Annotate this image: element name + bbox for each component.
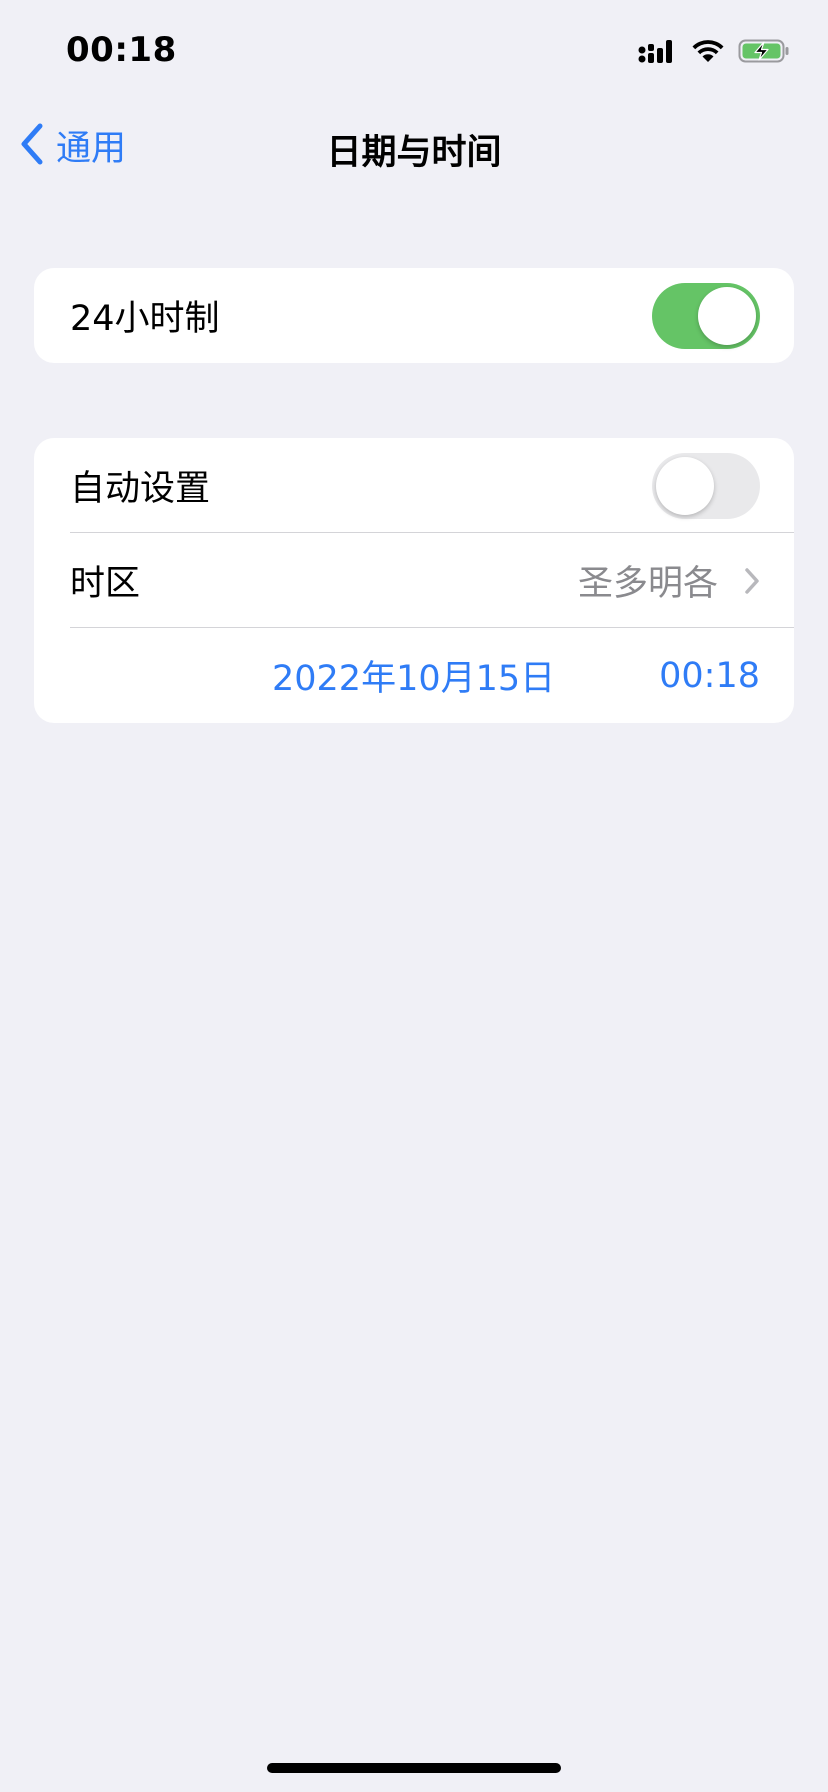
settings-group-time-format: 24小时制: [34, 268, 794, 363]
time-value-button[interactable]: 00:18: [659, 656, 760, 696]
battery-charging-icon: [738, 38, 790, 68]
page-title: 日期与时间: [326, 133, 502, 173]
wifi-icon: [690, 38, 726, 68]
toggle-knob: [698, 286, 756, 345]
settings-row-timezone[interactable]: 时区 圣多明各: [34, 533, 794, 628]
date-value-button[interactable]: 2022年10月15日: [272, 650, 555, 701]
timezone-value: 圣多明各: [577, 564, 718, 604]
status-bar: 00:18: [0, 0, 828, 100]
chevron-right-icon: [744, 567, 760, 599]
home-indicator[interactable]: [267, 1763, 561, 1773]
settings-row-24-hour: 24小时制: [34, 268, 794, 363]
cellular-signal-icon: [638, 38, 678, 68]
row-label-timezone: 时区: [70, 564, 141, 604]
toggle-auto-set[interactable]: [652, 452, 760, 519]
settings-group-date-time: 自动设置 时区 圣多明各 2022年10月15日 00:18: [34, 438, 794, 723]
row-label-auto-set: 自动设置: [70, 469, 211, 509]
navigation-bar: 通用 日期与时间: [0, 110, 828, 186]
toggle-24-hour[interactable]: [652, 282, 760, 349]
status-time: 00:18: [66, 30, 177, 70]
status-icons: [638, 38, 790, 68]
toggle-knob: [656, 456, 714, 515]
settings-row-auto-set: 自动设置: [34, 438, 794, 533]
row-label-24-hour: 24小时制: [70, 299, 220, 339]
settings-row-date-time: 2022年10月15日 00:18: [34, 628, 794, 723]
